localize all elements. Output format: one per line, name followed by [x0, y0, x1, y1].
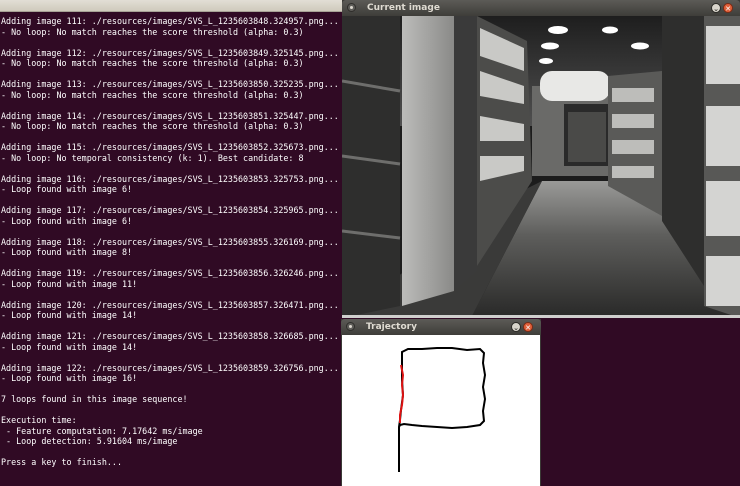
terminal-line: - Loop found with image 11!	[1, 278, 138, 289]
terminal-line: Adding image 114: ./resources/images/SVS…	[1, 110, 339, 121]
terminal-line: Adding image 115: ./resources/images/SVS…	[1, 142, 339, 152]
window-title: Trajectory	[366, 322, 417, 332]
terminal-line: - No loop: No match reaches the score th…	[1, 58, 304, 68]
terminal-line: - Loop found with image 14!	[1, 341, 138, 352]
trajectory-plot	[398, 347, 487, 472]
terminal-line: - No loop: No match reaches the score th…	[1, 121, 304, 131]
terminal-line: Adding image 118: ./resources/images/SVS…	[1, 236, 339, 247]
terminal-line: - Loop found with image 6!	[1, 184, 133, 194]
terminal-line: - Loop detection: 5.91604 ms/image	[1, 436, 178, 446]
terminal-titlebar[interactable]	[0, 0, 343, 12]
current-image-window: Current image ⌄ ✕	[342, 0, 740, 318]
terminal-line: Adding image 119: ./resources/images/SVS…	[1, 268, 339, 278]
terminal-line: Adding image 113: ./resources/images/SVS…	[1, 79, 339, 89]
terminal-output: Adding image 111: ./resources/images/SVS…	[1, 16, 339, 468]
close-icon[interactable]: ✕	[523, 322, 533, 332]
terminal-line: - No loop: No match reaches the score th…	[1, 89, 304, 100]
minimize-icon[interactable]: ⌄	[711, 3, 721, 13]
terminal-line: Adding image 121: ./resources/images/SVS…	[1, 331, 339, 341]
trajectory-window: Trajectory ⌄ ✕	[341, 319, 541, 486]
terminal-line: - No loop: No temporal consistency (k: 1…	[1, 152, 304, 163]
trajectory-path	[398, 347, 487, 472]
terminal-line: - Loop found with image 6!	[1, 215, 133, 226]
terminal-line: Adding image 120: ./resources/images/SVS…	[1, 299, 339, 310]
terminal-line: Execution time:	[1, 415, 77, 425]
window-menu-icon[interactable]	[347, 3, 356, 12]
library-corridor-photo	[342, 16, 740, 318]
camera-image	[342, 16, 740, 318]
terminal-line: Press a key to finish...	[1, 457, 123, 467]
terminal-line: - Loop found with image 8!	[1, 247, 133, 257]
terminal-line: Adding image 117: ./resources/images/SVS…	[1, 205, 339, 215]
terminal-line: Adding image 116: ./resources/images/SVS…	[1, 173, 339, 184]
close-icon[interactable]: ✕	[723, 3, 733, 13]
terminal-line: - Feature computation: 7.17642 ms/image	[1, 425, 203, 436]
window-menu-icon[interactable]	[346, 322, 355, 331]
terminal-line: Adding image 111: ./resources/images/SVS…	[1, 16, 339, 26]
trajectory-canvas	[342, 335, 540, 486]
terminal-window[interactable]: Adding image 111: ./resources/images/SVS…	[0, 12, 341, 486]
terminal-line: Adding image 112: ./resources/images/SVS…	[1, 47, 339, 58]
terminal-line: Adding image 122: ./resources/images/SVS…	[1, 362, 339, 373]
terminal-line: - Loop found with image 16!	[1, 373, 138, 383]
trajectory-titlebar[interactable]: Trajectory ⌄ ✕	[341, 319, 541, 335]
terminal-line: 7 loops found in this image sequence!	[1, 394, 188, 404]
terminal-line: - Loop found with image 14!	[1, 310, 138, 320]
current-image-titlebar[interactable]: Current image ⌄ ✕	[342, 0, 740, 16]
terminal-line: - No loop: No match reaches the score th…	[1, 26, 304, 37]
window-title: Current image	[367, 3, 440, 13]
minimize-icon[interactable]: ⌄	[511, 322, 521, 332]
